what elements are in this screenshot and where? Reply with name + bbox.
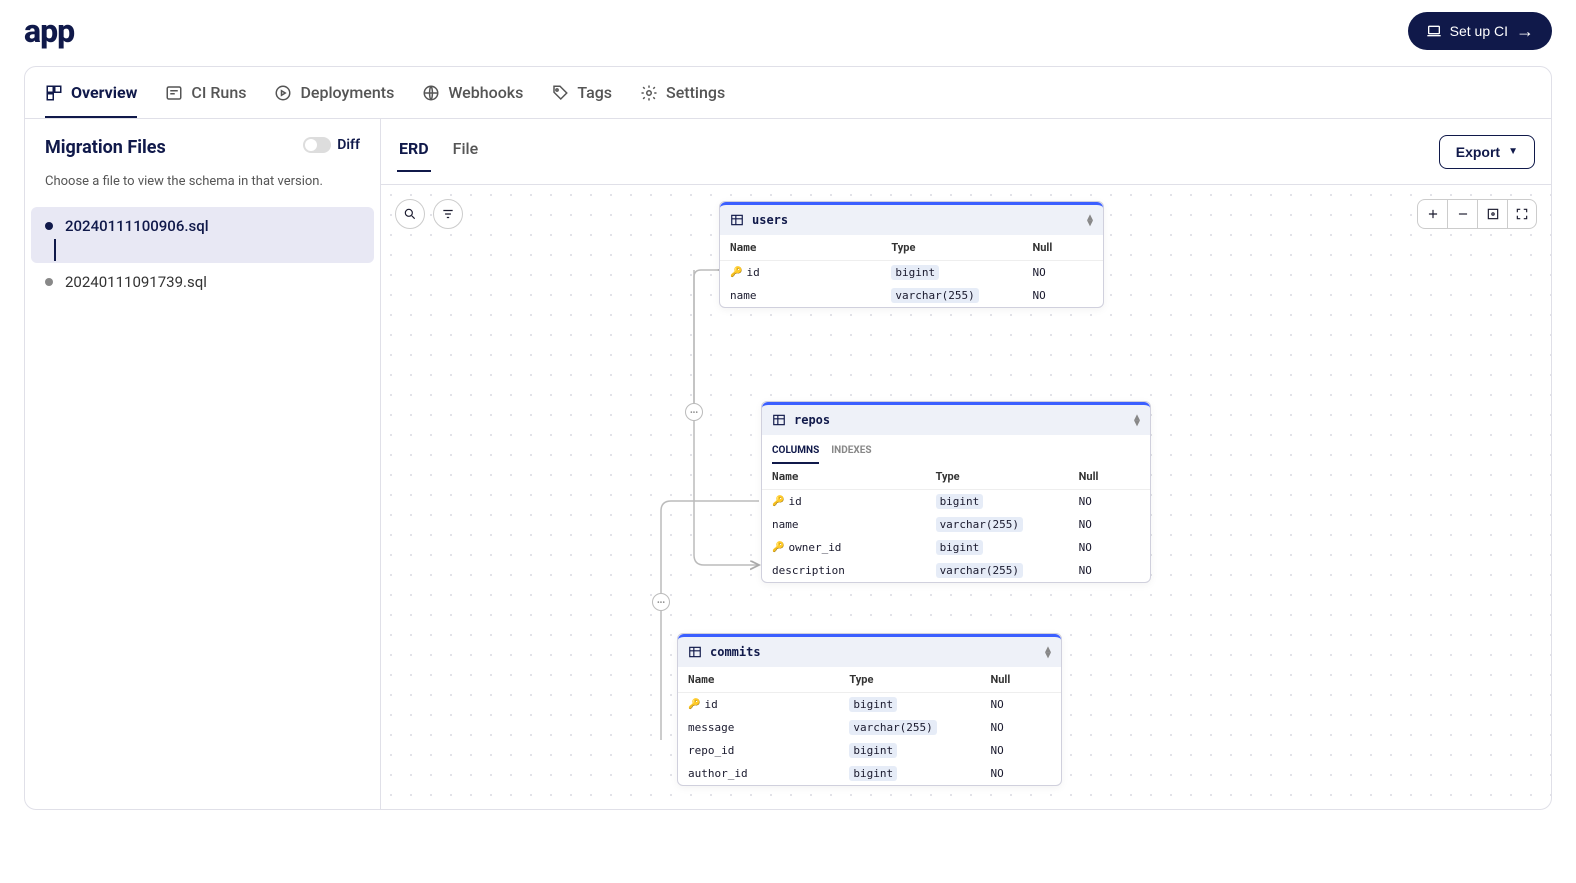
filter-button[interactable]: [433, 199, 463, 229]
overview-icon: [45, 84, 63, 102]
table-icon: [772, 413, 786, 427]
caret-down-icon: ▼: [1508, 146, 1518, 157]
erd-canvas[interactable]: ••• ••• users ▲▼ NameTypeNull 🔑idbigintN…: [381, 185, 1551, 809]
filter-icon: [441, 207, 455, 221]
column-row[interactable]: 🔑idbigintNO: [678, 693, 1061, 716]
minus-icon: [1456, 207, 1470, 221]
entity-users[interactable]: users ▲▼ NameTypeNull 🔑idbigintNO nameva…: [719, 201, 1104, 308]
sidebar-title: Migration Files: [45, 137, 166, 158]
column-row[interactable]: 🔑owner_idbigintNO: [762, 536, 1150, 559]
view-tab-file[interactable]: File: [451, 131, 481, 172]
sidebar: Migration Files Diff Choose a file to vi…: [25, 119, 381, 809]
zoom-out-button[interactable]: [1447, 199, 1477, 229]
column-row[interactable]: author_idbigintNO: [678, 762, 1061, 785]
search-button[interactable]: [395, 199, 425, 229]
entity-tab-indexes[interactable]: INDEXES: [831, 441, 871, 464]
deployments-icon: [274, 84, 292, 102]
commit-dot-icon: [45, 278, 53, 286]
timeline-line: [54, 239, 56, 261]
tab-deployments[interactable]: Deployments: [274, 67, 394, 118]
app-logo[interactable]: app: [24, 12, 74, 50]
fit-button[interactable]: [1477, 199, 1507, 229]
column-row[interactable]: descriptionvarchar(255)NO: [762, 559, 1150, 582]
tab-ci-runs[interactable]: CI Runs: [165, 67, 246, 118]
column-row[interactable]: 🔑idbigintNO: [720, 261, 1103, 284]
zoom-in-button[interactable]: [1417, 199, 1447, 229]
collapse-icon[interactable]: ▲▼: [1045, 647, 1051, 659]
view-tab-erd[interactable]: ERD: [397, 131, 431, 172]
entity-repos[interactable]: repos ▲▼ COLUMNS INDEXES NameTypeNull 🔑i…: [761, 401, 1151, 583]
primary-key-icon: 🔑: [772, 496, 784, 507]
tab-tags[interactable]: Tags: [551, 67, 612, 118]
toggle-switch[interactable]: [303, 137, 331, 153]
edge-menu-dot[interactable]: •••: [652, 593, 670, 611]
webhooks-icon: [422, 84, 440, 102]
search-icon: [403, 207, 417, 221]
arrow-right-icon: →: [1516, 22, 1534, 40]
setup-ci-button[interactable]: Set up CI →: [1408, 12, 1552, 50]
collapse-icon[interactable]: ▲▼: [1134, 415, 1140, 427]
commit-dot-icon: [45, 222, 53, 230]
primary-key-icon: 🔑: [688, 699, 700, 710]
file-item-active[interactable]: 20240111100906.sql: [31, 207, 374, 263]
column-row[interactable]: 🔑idbigintNO: [762, 490, 1150, 513]
fit-icon: [1486, 207, 1500, 221]
fullscreen-button[interactable]: [1507, 199, 1537, 229]
primary-key-icon: 🔑: [730, 267, 742, 278]
edge-menu-dot[interactable]: •••: [685, 403, 703, 421]
fullscreen-icon: [1515, 207, 1529, 221]
collapse-icon[interactable]: ▲▼: [1087, 215, 1093, 227]
table-icon: [730, 213, 744, 227]
entity-tab-columns[interactable]: COLUMNS: [772, 441, 819, 464]
settings-icon: [640, 84, 658, 102]
laptop-icon: [1426, 23, 1442, 39]
nav-tabs: Overview CI Runs Deployments Webhooks Ta…: [25, 67, 1551, 119]
tab-webhooks[interactable]: Webhooks: [422, 67, 523, 118]
tab-overview[interactable]: Overview: [45, 67, 137, 118]
sidebar-subtitle: Choose a file to view the schema in that…: [25, 174, 380, 189]
foreign-key-icon: 🔑: [772, 542, 784, 553]
column-row[interactable]: messagevarchar(255)NO: [678, 716, 1061, 739]
table-icon: [688, 645, 702, 659]
file-item[interactable]: 20240111091739.sql: [25, 263, 380, 301]
tab-settings[interactable]: Settings: [640, 67, 725, 118]
tags-icon: [551, 84, 569, 102]
column-row[interactable]: namevarchar(255)NO: [720, 284, 1103, 307]
entity-commits[interactable]: commits ▲▼ NameTypeNull 🔑idbigintNO mess…: [677, 633, 1062, 786]
plus-icon: [1426, 207, 1440, 221]
column-row[interactable]: repo_idbigintNO: [678, 739, 1061, 762]
export-button[interactable]: Export ▼: [1439, 135, 1535, 169]
diff-toggle[interactable]: Diff: [303, 137, 360, 153]
ci-runs-icon: [165, 84, 183, 102]
column-row[interactable]: namevarchar(255)NO: [762, 513, 1150, 536]
